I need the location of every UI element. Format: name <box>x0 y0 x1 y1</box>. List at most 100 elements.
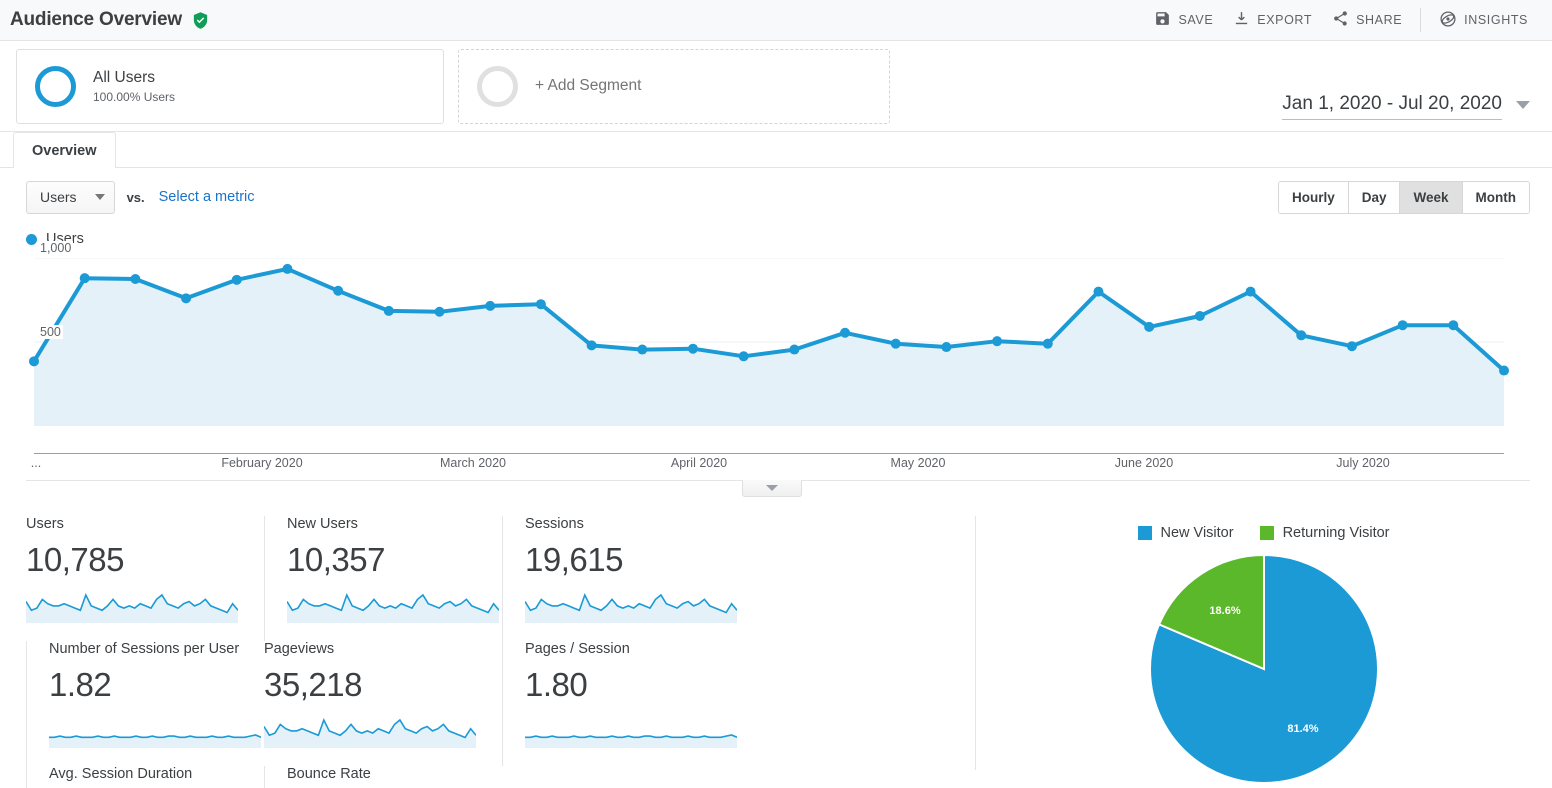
granularity-week[interactable]: Week <box>1400 181 1463 213</box>
pie-swatch-returning-visitor-icon <box>1259 526 1274 540</box>
granularity-toggle-group: Hourly Day Week Month <box>1277 180 1530 214</box>
chart-legend: Users <box>0 226 1552 252</box>
metric-card[interactable]: Number of Sessions per User 1.82 <box>26 641 264 766</box>
pie-chart-holder: 81.4% 18.6% <box>975 554 1552 784</box>
page-title: Audience Overview <box>10 9 182 30</box>
save-button[interactable]: SAVE <box>1144 6 1223 34</box>
select-a-metric-link[interactable]: Select a metric <box>159 189 255 205</box>
insights-button[interactable]: INSIGHTS <box>1429 6 1538 35</box>
pie-legend: New Visitor Returning Visitor <box>975 516 1552 550</box>
export-download-icon <box>1233 10 1250 30</box>
metric-sparkline <box>525 592 737 623</box>
metric-card[interactable]: Users 10,785 <box>26 516 264 641</box>
pie-slice-label: 81.4% <box>1287 723 1318 735</box>
x-axis-label-0: ... <box>30 456 42 470</box>
pie-legend-label-returning-visitor: Returning Visitor <box>1282 525 1390 541</box>
metric-card-name: Pages / Session <box>525 641 630 657</box>
metric-card-name: New Users <box>287 516 358 532</box>
segment-subtitle: 100.00% Users <box>93 90 176 105</box>
legend-dot-users-icon <box>26 233 37 245</box>
granularity-month[interactable]: Month <box>1462 181 1529 213</box>
divider <box>975 516 976 770</box>
metric-card-value: 19,615 <box>525 541 623 579</box>
tab-overview[interactable]: Overview <box>13 132 116 168</box>
date-range-value: Jan 1, 2020 - Jul 20, 2020 <box>1282 93 1502 120</box>
metric-sparkline <box>525 733 737 748</box>
summary-panel: Users 10,785 New Users 10,357 Sessions 19,615… <box>0 500 1552 788</box>
metric-card-value: 1.80 <box>525 666 588 704</box>
header-actions: SAVE EXPORT SHARE INSIGHTS <box>1144 6 1538 35</box>
metric-card-grid: Users 10,785 New Users 10,357 Sessions 19,615… <box>0 516 975 788</box>
share-button[interactable]: SHARE <box>1322 6 1412 34</box>
verified-shield-icon <box>191 11 210 30</box>
metric-card[interactable]: New Users 10,357 <box>264 516 502 641</box>
divider <box>1420 8 1422 32</box>
chart-x-axis: ... February 2020 March 2020 April 2020 May … <box>0 456 1552 480</box>
save-icon <box>1154 10 1171 30</box>
primary-metric-select[interactable]: Users <box>26 180 115 214</box>
add-segment-button[interactable]: + Add Segment <box>458 48 890 124</box>
tab-strip: Overview <box>0 132 1552 168</box>
share-icon <box>1332 10 1349 30</box>
granularity-hourly[interactable]: Hourly <box>1278 181 1349 213</box>
page-header: Audience Overview SAVE EXPORT SHARE INSI… <box>0 0 1552 41</box>
share-label: SHARE <box>1356 13 1403 27</box>
metric-card-name: Pageviews <box>264 641 335 657</box>
chart-canvas <box>29 258 1509 454</box>
tab-overview-label: Overview <box>32 142 97 159</box>
metric-card-name: Sessions <box>525 516 584 532</box>
metric-card-value: 35,218 <box>264 666 362 704</box>
metric-card-name: Users <box>26 516 64 532</box>
chevron-down-icon <box>766 485 778 491</box>
x-axis-label-2: March 2020 <box>439 456 507 470</box>
metric-card[interactable]: Bounce Rate70.28% <box>264 766 502 788</box>
metric-card[interactable]: Pages / Session 1.80 <box>502 641 740 766</box>
chevron-down-icon <box>94 194 105 200</box>
chevron-down-icon <box>1516 101 1530 109</box>
segment-bar: All Users 100.00% Users + Add Segment Ja… <box>0 41 1552 132</box>
x-axis-label-5: June 2020 <box>1114 456 1174 470</box>
metric-card-value: 1.82 <box>49 666 112 704</box>
x-axis-label-1: February 2020 <box>221 456 303 470</box>
metric-sparkline <box>264 717 476 748</box>
chart-footer <box>0 480 1552 500</box>
segment-all-users[interactable]: All Users 100.00% Users <box>16 48 444 124</box>
new-vs-returning-panel: New Visitor Returning Visitor 81.4% 18.6% <box>975 516 1552 784</box>
segment-ring-placeholder-icon <box>477 65 518 107</box>
metric-sparkline <box>26 592 238 623</box>
x-axis-label-6: July 2020 <box>1336 456 1390 470</box>
pie-legend-item-new-visitor[interactable]: New Visitor <box>1137 525 1234 541</box>
granularity-day-label: Day <box>1361 189 1387 205</box>
granularity-week-label: Week <box>1413 189 1449 205</box>
segment-text: All Users 100.00% Users <box>93 68 175 105</box>
date-range-picker[interactable]: Jan 1, 2020 - Jul 20, 2020 <box>1282 93 1530 120</box>
metric-sparkline <box>49 733 261 748</box>
metric-card-name: Bounce Rate <box>287 766 371 782</box>
vs-label: vs. <box>126 189 145 205</box>
granularity-day[interactable]: Day <box>1348 181 1401 213</box>
add-segment-label: + Add Segment <box>535 77 642 94</box>
metric-card-value: 10,357 <box>287 541 385 579</box>
metric-sparkline <box>287 592 499 623</box>
save-label: SAVE <box>1178 13 1214 27</box>
pie-legend-item-returning-visitor[interactable]: Returning Visitor <box>1259 525 1390 541</box>
export-button[interactable]: EXPORT <box>1223 6 1322 34</box>
users-over-time-chart[interactable]: 1,000 500 <box>0 241 1552 454</box>
insights-atom-icon <box>1439 10 1457 31</box>
chart-collapse-handle[interactable] <box>742 480 802 497</box>
metric-card[interactable]: Avg. Session Duration00:01:28 <box>26 766 264 788</box>
pie-swatch-new-visitor-icon <box>1137 526 1152 540</box>
pie-slice-label: 18.6% <box>1209 605 1240 617</box>
pie-legend-label-new-visitor: New Visitor <box>1160 525 1234 541</box>
metric-card-name: Number of Sessions per User <box>49 641 240 657</box>
y-axis-tick-500: 500 <box>38 325 63 339</box>
metric-card[interactable]: Sessions 19,615 <box>502 516 740 641</box>
segment-name: All Users <box>93 68 156 86</box>
y-axis-tick-1000: 1,000 <box>38 241 74 255</box>
new-vs-returning-pie-chart[interactable]: 81.4% 18.6% <box>1148 554 1379 784</box>
segment-ring-icon <box>35 65 76 107</box>
x-axis-label-3: April 2020 <box>670 456 728 470</box>
metric-card-name: Avg. Session Duration <box>49 766 193 782</box>
metric-card[interactable]: Pageviews 35,218 <box>264 641 502 766</box>
x-axis-label-4: May 2020 <box>890 456 946 470</box>
